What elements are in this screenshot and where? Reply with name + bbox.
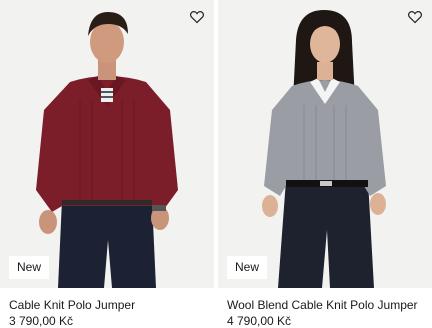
product-card[interactable]: New Wool Blend Cable Knit Polo Jumper 4 … bbox=[218, 0, 432, 328]
wishlist-heart-icon[interactable] bbox=[189, 9, 205, 25]
new-badge: New bbox=[227, 256, 268, 279]
product-name[interactable]: Wool Blend Cable Knit Polo Jumper bbox=[227, 298, 418, 312]
product-name[interactable]: Cable Knit Polo Jumper bbox=[9, 298, 135, 312]
product-image[interactable]: New bbox=[0, 0, 214, 288]
model-illustration bbox=[0, 0, 214, 288]
product-price: 3 790,00 Kč bbox=[9, 314, 74, 328]
product-card[interactable]: New Cable Knit Polo Jumper 3 790,00 Kč bbox=[0, 0, 214, 328]
wishlist-heart-icon[interactable] bbox=[407, 9, 423, 25]
model-illustration bbox=[218, 0, 432, 288]
new-badge: New bbox=[9, 256, 50, 279]
product-price: 4 790,00 Kč bbox=[227, 314, 292, 328]
product-image[interactable]: New bbox=[218, 0, 432, 288]
